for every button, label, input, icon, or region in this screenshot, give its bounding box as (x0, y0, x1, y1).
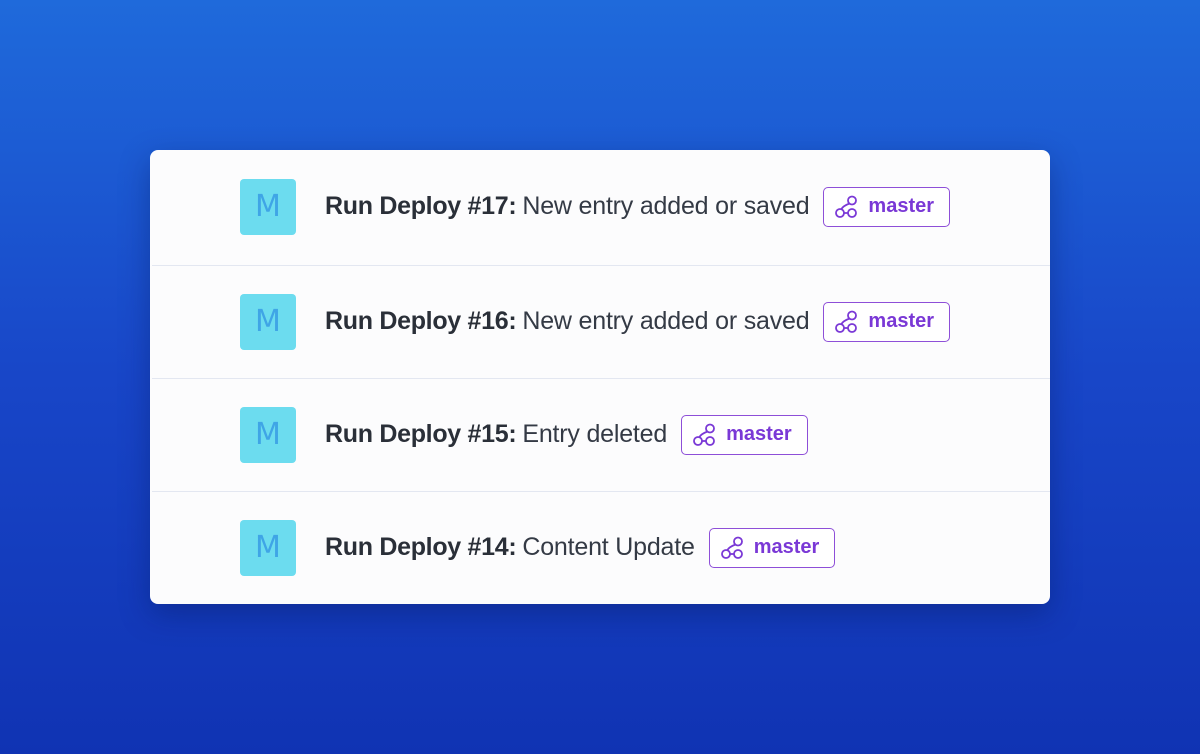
branch-badge[interactable]: master (681, 414, 808, 455)
avatar: M (240, 406, 296, 463)
git-branch-icon (835, 310, 858, 333)
branch-badge[interactable]: master (823, 301, 951, 342)
deploy-title: Run Deploy #16: (325, 307, 517, 335)
deploy-row-content: Run Deploy #14: Content Update master (325, 527, 836, 568)
branch-badge[interactable]: master (708, 527, 836, 568)
branch-badge[interactable]: master (823, 186, 951, 227)
deploy-description: New entry added or saved (522, 192, 810, 220)
deploy-row-content: Run Deploy #15: Entry deleted master (325, 414, 808, 455)
deploy-row[interactable]: M Run Deploy #17: New entry added or sav… (150, 150, 1050, 263)
deploy-row[interactable]: M Run Deploy #16: New entry added or sav… (150, 265, 1050, 378)
branch-label: master (753, 536, 820, 558)
avatar: M (240, 519, 296, 576)
deploy-title: Run Deploy #15: (325, 420, 517, 448)
deploy-description: Entry deleted (522, 420, 668, 448)
deploy-title: Run Deploy #17: (325, 192, 517, 220)
branch-label: master (868, 310, 935, 332)
git-branch-icon (693, 423, 715, 446)
deploy-row-content: Run Deploy #16: New entry added or saved… (325, 301, 951, 342)
avatar: M (240, 178, 296, 235)
avatar: M (240, 293, 296, 350)
branch-label: master (868, 195, 935, 217)
deploy-row-content: Run Deploy #17: New entry added or saved… (325, 186, 951, 227)
deploy-description: New entry added or saved (522, 307, 810, 335)
deploy-list-card: M Run Deploy #17: New entry added or sav… (150, 150, 1050, 604)
deploy-row[interactable]: M Run Deploy #15: Entry deleted master (150, 378, 1050, 491)
git-branch-icon (835, 195, 858, 218)
deploy-row[interactable]: M Run Deploy #14: Content Update master (150, 491, 1050, 604)
git-branch-icon (720, 536, 743, 559)
branch-label: master (726, 423, 792, 445)
deploy-title: Run Deploy #14: (325, 533, 517, 561)
deploy-description: Content Update (522, 533, 695, 561)
